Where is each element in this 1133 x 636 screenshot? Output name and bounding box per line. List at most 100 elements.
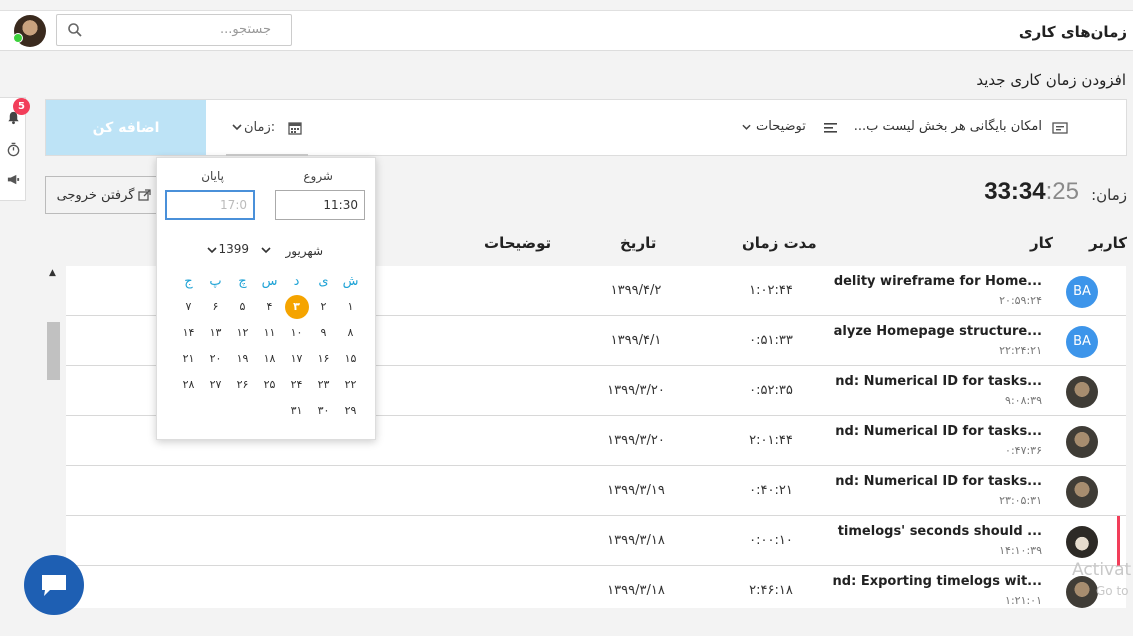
chat-button[interactable] — [24, 555, 84, 615]
task-time: ۱۴:۱۰:۳۹ — [999, 544, 1042, 557]
column-header-description: توضیحات — [484, 234, 552, 252]
duration-cell: ۲:۴۶:۱۸ — [749, 583, 793, 598]
calendar-day-selected[interactable]: ۳ — [283, 294, 310, 320]
date-cell: ۱۳۹۹/۴/۲ — [610, 283, 662, 298]
task-name[interactable]: nd: Exporting timelogs wit... — [833, 574, 1042, 589]
calendar-day[interactable]: ۱۳ — [202, 320, 229, 346]
calendar-day[interactable]: ۲۰ — [202, 346, 229, 372]
calendar-day[interactable]: ۲۴ — [283, 372, 310, 398]
calendar-day[interactable]: ۱۱ — [256, 320, 283, 346]
search-icon[interactable] — [67, 22, 83, 38]
calendar-day[interactable]: ۳۱ — [283, 398, 310, 424]
calendar-day[interactable]: ۱ — [337, 294, 364, 320]
user-avatar — [1066, 576, 1098, 608]
add-button[interactable]: اضافه کن — [46, 100, 206, 155]
notification-badge: 5 — [13, 98, 30, 115]
calendar-day[interactable]: ۲۹ — [337, 398, 364, 424]
calendar-day[interactable]: ۱۰ — [283, 320, 310, 346]
page-title: زمان‌های کاری — [1018, 23, 1127, 41]
top-bar: جستجو... زمان‌های کاری — [0, 10, 1133, 51]
table-row[interactable]: nd: Numerical ID for tasks... ۲۳:۰۵:۳۱ ۰… — [66, 466, 1126, 516]
weekday-label: پ — [209, 274, 222, 289]
calendar-day[interactable]: ۳۰ — [310, 398, 337, 424]
calendar-day[interactable]: ۲۱ — [175, 346, 202, 372]
elapsed-label: زمان: — [1091, 186, 1127, 204]
task-time: ۹:۰۸:۳۹ — [1005, 394, 1042, 407]
chevron-down-icon[interactable] — [261, 246, 271, 254]
description-dropdown[interactable]: توضیحات — [756, 119, 806, 134]
start-time-input[interactable]: 11:30 — [275, 190, 365, 220]
duration-cell: ۰:۵۲:۳۵ — [749, 383, 793, 398]
task-time: ۲۰:۵۹:۲۴ — [999, 294, 1042, 307]
task-time: ۰:۴۷:۳۶ — [1005, 444, 1042, 457]
calendar-day[interactable]: ۹ — [310, 320, 337, 346]
chevron-down-icon[interactable] — [742, 123, 751, 131]
calendar-day[interactable]: ۲۶ — [229, 372, 256, 398]
calendar-day[interactable]: ۲ — [310, 294, 337, 320]
megaphone-icon[interactable] — [6, 172, 21, 187]
date-cell: ۱۳۹۹/۳/۱۸ — [607, 533, 665, 548]
export-button[interactable]: گرفتن خروجی — [45, 176, 163, 214]
task-name[interactable]: nd: Numerical ID for tasks... — [835, 474, 1042, 489]
month-selector[interactable]: شهریور — [285, 244, 323, 258]
activation-watermark-sub: Go to Set — [1096, 584, 1133, 598]
year-selector[interactable]: 1399 — [218, 242, 249, 256]
calendar-day[interactable]: ۱۲ — [229, 320, 256, 346]
task-name[interactable]: nd: Numerical ID for tasks... — [835, 374, 1042, 389]
export-icon — [138, 189, 152, 201]
calendar-day[interactable]: ۲۸ — [175, 372, 202, 398]
duration-cell: ۰:۰۰:۱۰ — [749, 533, 793, 548]
user-avatar — [1066, 476, 1098, 508]
calendar-day[interactable]: ۱۹ — [229, 346, 256, 372]
end-label: پایان — [201, 169, 224, 183]
text-align-icon — [824, 123, 837, 133]
calendar-day[interactable]: ۴ — [256, 294, 283, 320]
calendar-day[interactable]: ۲۲ — [337, 372, 364, 398]
calendar-day[interactable]: ۸ — [337, 320, 364, 346]
calendar-day[interactable]: ۶ — [202, 294, 229, 320]
user-avatar: BA — [1066, 276, 1098, 308]
task-name[interactable]: nd: Numerical ID for tasks... — [835, 424, 1042, 439]
start-label: شروع — [303, 169, 333, 183]
chevron-down-icon[interactable] — [207, 246, 217, 254]
calendar-day[interactable]: ۱۵ — [337, 346, 364, 372]
calendar-day[interactable]: ۵ — [229, 294, 256, 320]
calendar-day[interactable]: ۲۳ — [310, 372, 337, 398]
table-row[interactable]: timelogs' seconds should ... ۱۴:۱۰:۳۹ ۰:… — [66, 516, 1126, 566]
scrollbar-thumb[interactable] — [47, 322, 60, 380]
task-name[interactable]: delity wireframe for Home... — [834, 274, 1042, 289]
task-time: ۲۳:۰۵:۳۱ — [999, 494, 1042, 507]
online-status-indicator — [13, 33, 23, 43]
task-name[interactable]: alyze Homepage structure... — [834, 324, 1042, 339]
user-avatar — [1066, 526, 1098, 558]
weekday-label: ی — [318, 274, 329, 289]
project-selector[interactable]: امکان بایگانی هر بخش لیست ب... — [852, 119, 1042, 134]
end-time-input[interactable]: 17:0 — [165, 190, 255, 220]
calendar-day[interactable]: ۱۴ — [175, 320, 202, 346]
calendar-day[interactable]: ۱۸ — [256, 346, 283, 372]
time-dropdown[interactable]: زمان: — [226, 100, 308, 156]
column-header-user: کاربر — [1089, 234, 1127, 252]
calendar-day[interactable]: ۱۷ — [283, 346, 310, 372]
add-timelog-title: افزودن زمان کاری جدید — [976, 71, 1126, 89]
scroll-up-arrow[interactable]: ▲ — [49, 268, 56, 278]
chevron-down-icon — [232, 124, 242, 131]
table-row[interactable]: nd: Exporting timelogs wit... ۱:۲۱:۰۱ ۲:… — [66, 566, 1126, 608]
search-box[interactable]: جستجو... — [56, 14, 292, 46]
search-input[interactable]: جستجو... — [220, 22, 271, 37]
calendar-day[interactable]: ۲۵ — [256, 372, 283, 398]
date-cell: ۱۳۹۹/۳/۲۰ — [607, 383, 665, 398]
task-card-icon — [1052, 122, 1068, 134]
timer-icon[interactable] — [6, 142, 21, 157]
calendar-icon — [288, 122, 302, 135]
task-name[interactable]: timelogs' seconds should ... — [838, 524, 1042, 539]
calendar-day[interactable]: ۲۷ — [202, 372, 229, 398]
activation-watermark: Activat — [1072, 560, 1132, 580]
user-avatar — [1066, 426, 1098, 458]
date-cell: ۱۳۹۹/۳/۱۹ — [607, 483, 665, 498]
column-header-date: تاریخ — [620, 234, 657, 252]
calendar-day[interactable]: ۱۶ — [310, 346, 337, 372]
duration-cell: ۰:۵۱:۳۳ — [749, 333, 793, 348]
calendar-day[interactable]: ۷ — [175, 294, 202, 320]
weekday-label: ج — [184, 274, 193, 289]
